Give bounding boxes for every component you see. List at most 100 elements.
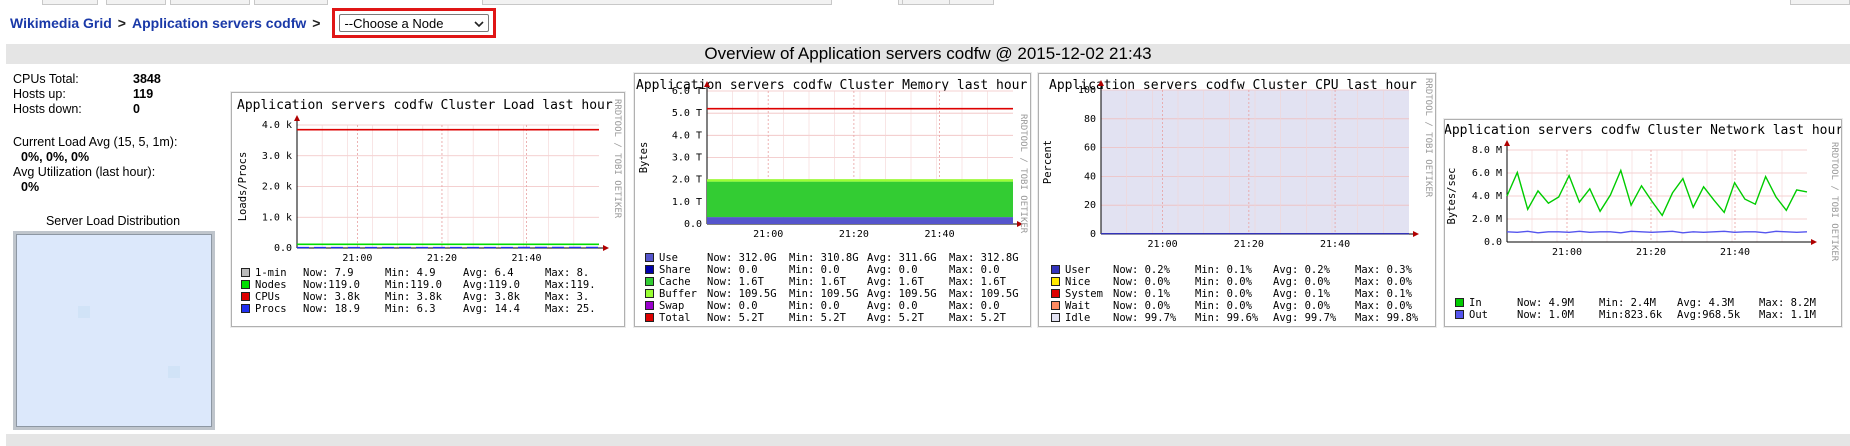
top-tab-strip bbox=[0, 0, 1850, 6]
server-load-distribution-title: Server Load Distribution bbox=[45, 214, 181, 228]
memory-use-area bbox=[707, 217, 1013, 224]
legend-entry: Idle Now: 99.7% Min: 99.6% Avg: 99.7% Max: 9… bbox=[1051, 312, 1418, 324]
overview-title: Overview of Application servers codfw @ … bbox=[704, 44, 1152, 63]
legend-now: Now: 109.5G bbox=[707, 288, 777, 300]
cpu-ytick-label: 40 bbox=[1084, 171, 1096, 182]
legend-entry: Wait Now: 0.0% Min: 0.0% Avg: 0.0% Max: 0.0% bbox=[1051, 300, 1415, 312]
legend-series-name: In bbox=[1469, 297, 1482, 309]
legend-now: Now: 3.8k bbox=[303, 291, 360, 303]
legend-max: Max:119. bbox=[545, 279, 596, 291]
hosts-down-value: 0 bbox=[133, 102, 140, 116]
legend-min: Min: 0.0% bbox=[1195, 288, 1252, 300]
legend-now: Now: 4.9M bbox=[1517, 297, 1574, 309]
load-avg-label: Current Load Avg (15, 5, 1m): bbox=[13, 135, 178, 149]
server-load-distribution-map[interactable] bbox=[13, 231, 215, 430]
legend-entry: In Now: 4.9M Min: 2.4M Avg: 4.3M Max: 8.2M bbox=[1455, 297, 1819, 309]
legend-avg: Avg: 1.6T bbox=[867, 276, 924, 288]
legend-avg: Avg: 6.4 bbox=[463, 267, 514, 279]
legend-series-name: Total bbox=[659, 312, 691, 324]
legend-swatch bbox=[1051, 265, 1060, 274]
legend-swatch bbox=[241, 292, 250, 301]
avg-util-label: Avg Utilization (last hour): bbox=[13, 165, 156, 179]
legend-now: Now: 7.9 bbox=[303, 267, 354, 279]
legend-min: Min: 109.5G bbox=[789, 288, 859, 300]
network-ylabel: Bytes/sec bbox=[1446, 168, 1458, 225]
legend-swatch bbox=[241, 268, 250, 277]
load-graph-legend: 1-min Now: 7.9 Min: 4.9 Avg: 6.4 Max: 8. Node… bbox=[241, 267, 605, 315]
legend-series-name: Wait bbox=[1065, 300, 1091, 312]
cpus-total-label: CPUs Total: bbox=[13, 72, 79, 86]
memory-y-axis-arrow bbox=[704, 81, 710, 87]
memory-graph[interactable]: Application servers codfw Cluster Memory… bbox=[634, 73, 1031, 327]
legend-min: Min: 0.0 bbox=[789, 264, 840, 276]
cpu-graph[interactable]: Application servers codfw Cluster CPU la… bbox=[1038, 73, 1436, 327]
legend-max: Max: 0.0% bbox=[1355, 300, 1412, 312]
load-avg-value: 0%, 0%, 0% bbox=[21, 150, 90, 164]
memory-ytick-label: 3.0 T bbox=[672, 153, 702, 164]
legend-entry: Nice Now: 0.0% Min: 0.0% Avg: 0.0% Max: 0.0% bbox=[1051, 276, 1415, 288]
chevron-down-icon bbox=[474, 16, 485, 31]
load-y-axis-arrow bbox=[294, 115, 300, 121]
legend-avg: Avg: 0.0% bbox=[1273, 300, 1330, 312]
legend-min: Min: 6.3 bbox=[385, 303, 436, 315]
legend-entry: Out Now: 1.0M Min:823.6k Avg:968.5k Max: 1.1… bbox=[1455, 309, 1819, 321]
legend-min: Min: 4.9 bbox=[385, 267, 436, 279]
cpu-ytick-label: 60 bbox=[1084, 143, 1096, 154]
breadcrumb-grid-link[interactable]: Wikimedia Grid bbox=[10, 15, 112, 31]
cpu-graph-legend: User Now: 0.2% Min: 0.1% Avg: 0.2% Max: 0.3%… bbox=[1051, 264, 1418, 324]
legend-avg: Avg: 311.6G bbox=[867, 252, 937, 264]
legend-entry: Buffer Now: 109.5G Min: 109.5G Avg: 109.5G M… bbox=[645, 288, 1019, 300]
hosts-up-label: Hosts up: bbox=[13, 87, 66, 101]
legend-now: Now: 0.1% bbox=[1113, 288, 1170, 300]
legend-series-name: Swap bbox=[659, 300, 685, 312]
memory-graph-legend: Use Now: 312.0G Min: 310.8G Avg: 311.6G Max:… bbox=[645, 252, 1019, 324]
cpu-xtick-label: 21:20 bbox=[1234, 239, 1264, 250]
legend-swatch bbox=[241, 280, 250, 289]
legend-avg: Avg: 0.2% bbox=[1273, 264, 1330, 276]
legend-min: Min: 0.0% bbox=[1195, 300, 1252, 312]
network-xtick-label: 21:40 bbox=[1720, 247, 1750, 258]
legend-entry: User Now: 0.2% Min: 0.1% Avg: 0.2% Max: 0.3% bbox=[1051, 264, 1415, 276]
choose-node-select[interactable]: --Choose a Node bbox=[339, 14, 490, 32]
legend-max: Max: 0.0% bbox=[1355, 276, 1412, 288]
legend-series-name: User bbox=[1065, 264, 1091, 276]
cpu-y-axis-arrow bbox=[1098, 80, 1104, 86]
legend-swatch bbox=[1051, 289, 1060, 298]
memory-ytick-label: 6.0 T bbox=[672, 86, 702, 97]
memory-ytick-label: 1.0 T bbox=[672, 197, 702, 208]
memory-ylabel: Bytes bbox=[638, 142, 650, 174]
breadcrumb: Wikimedia Grid > Application servers cod… bbox=[10, 8, 497, 38]
network-ytick-label: 6.0 M bbox=[1472, 168, 1502, 179]
memory-ytick-label: 5.0 T bbox=[672, 108, 702, 119]
cpu-xtick-label: 21:00 bbox=[1148, 239, 1178, 250]
legend-avg: Avg: 0.1% bbox=[1273, 288, 1330, 300]
legend-entry: Nodes Now:119.0 Min:119.0 Avg:119.0 Max:119. bbox=[241, 279, 605, 291]
load-ytick-label: 4.0 k bbox=[262, 120, 292, 131]
legend-min: Min: 2.4M bbox=[1599, 297, 1656, 309]
breadcrumb-separator: > bbox=[312, 15, 321, 31]
legend-min: Min: 0.1% bbox=[1195, 264, 1252, 276]
legend-entry: System Now: 0.1% Min: 0.0% Avg: 0.1% Max: 0.… bbox=[1051, 288, 1415, 300]
legend-min: Min: 0.0% bbox=[1195, 276, 1252, 288]
load-graph[interactable]: Application servers codfw Cluster Load l… bbox=[231, 92, 625, 327]
legend-max: Max: 0.3% bbox=[1355, 264, 1412, 276]
node-select-highlight: --Choose a Node bbox=[332, 8, 497, 38]
legend-max: Max: 8. bbox=[545, 267, 590, 279]
legend-now: Now: 312.0G bbox=[707, 252, 777, 264]
memory-xtick-label: 21:00 bbox=[753, 229, 783, 240]
cpu-ytick-label: 20 bbox=[1084, 200, 1096, 211]
legend-entry: Procs Now: 18.9 Min: 6.3 Avg: 14.4 Max: 25. bbox=[241, 303, 605, 315]
load-ytick-label: 2.0 k bbox=[262, 182, 292, 193]
legend-entry: Total Now: 5.2T Min: 5.2T Avg: 5.2T Max: 5.2… bbox=[645, 312, 1009, 324]
legend-now: Now:119.0 bbox=[303, 279, 360, 291]
network-graph[interactable]: Application servers codfw Cluster Networ… bbox=[1444, 119, 1842, 327]
breadcrumb-cluster-link[interactable]: Application servers codfw bbox=[132, 15, 306, 31]
network-xtick-label: 21:00 bbox=[1552, 247, 1582, 258]
legend-min: Min: 310.8G bbox=[789, 252, 859, 264]
legend-avg: Avg: 3.8k bbox=[463, 291, 520, 303]
network-x-axis-arrow bbox=[1811, 239, 1817, 245]
memory-xtick-label: 21:40 bbox=[925, 229, 955, 240]
legend-min: Min: 1.6T bbox=[789, 276, 846, 288]
legend-now: Now: 5.2T bbox=[707, 312, 764, 324]
legend-swatch bbox=[645, 277, 654, 286]
